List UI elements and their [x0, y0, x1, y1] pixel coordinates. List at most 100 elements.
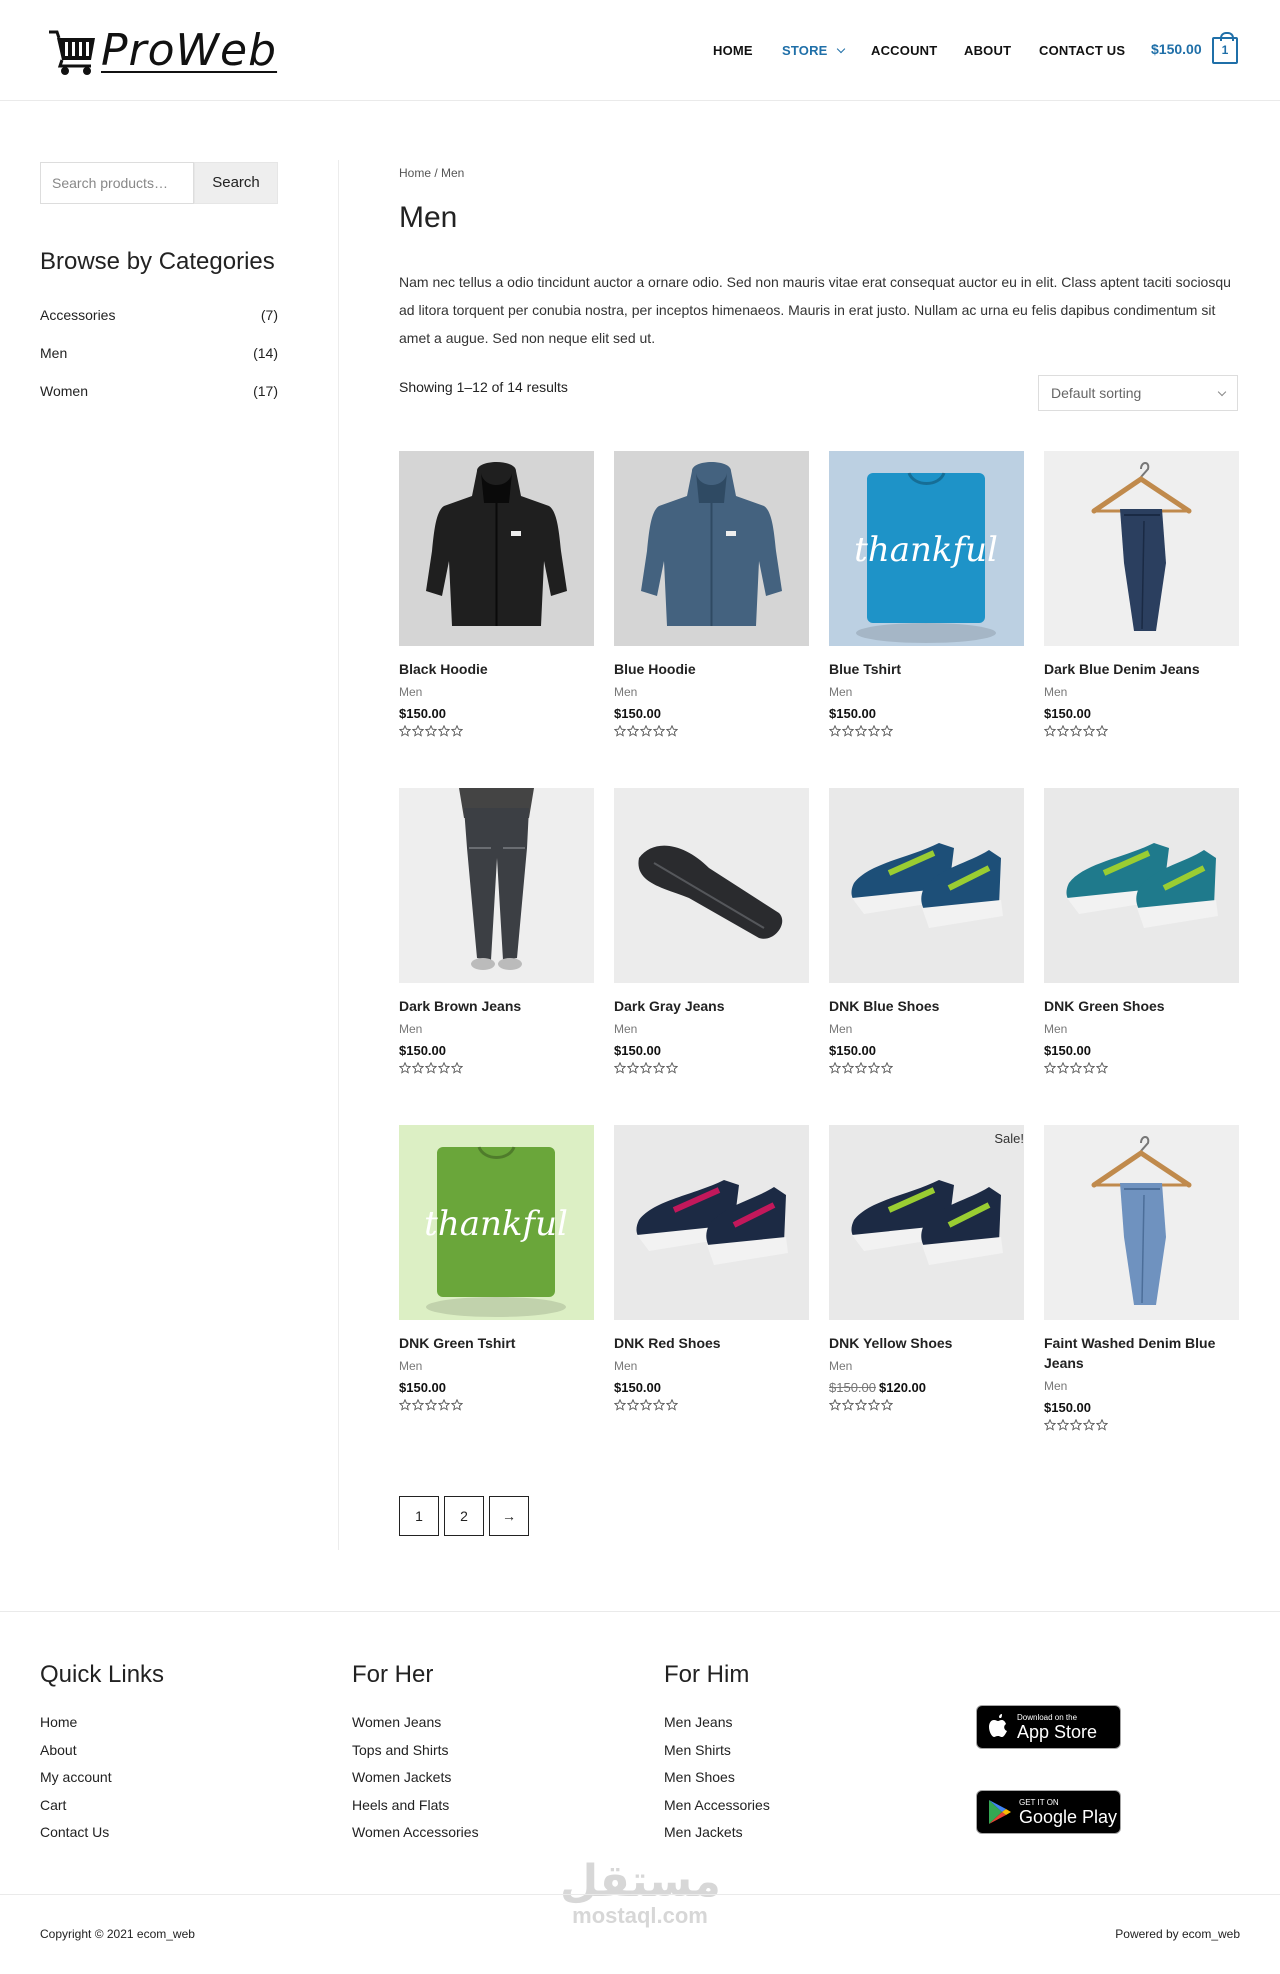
product-name[interactable]: Faint Washed Denim Blue Jeans: [1044, 1333, 1239, 1373]
footer-link[interactable]: Home: [40, 1714, 77, 1730]
product-image[interactable]: Sale!: [829, 1125, 1024, 1320]
product-card[interactable]: Blue Hoodie Men $150.00: [614, 451, 809, 739]
product-name[interactable]: DNK Blue Shoes: [829, 996, 1024, 1016]
product-card[interactable]: Dark Gray Jeans Men $150.00: [614, 788, 809, 1076]
footer-link[interactable]: My account: [40, 1769, 112, 1785]
footer-link[interactable]: About: [40, 1742, 77, 1758]
footer-bottom-divider: [0, 1894, 1280, 1895]
product-card[interactable]: DNK Blue Shoes Men $150.00: [829, 788, 1024, 1076]
footer-link[interactable]: Women Jackets: [352, 1769, 451, 1785]
product-category[interactable]: Men: [399, 685, 594, 699]
nav-account[interactable]: ACCOUNT: [871, 43, 937, 58]
result-count: Showing 1–12 of 14 results: [399, 379, 568, 395]
product-card[interactable]: thankful DNK Green Tshirt Men $150.00: [399, 1125, 594, 1413]
product-image[interactable]: [1044, 451, 1239, 646]
product-category[interactable]: Men: [614, 685, 809, 699]
breadcrumb[interactable]: Home / Men: [399, 166, 464, 180]
product-name[interactable]: DNK Yellow Shoes: [829, 1333, 1024, 1353]
product-category[interactable]: Men: [1044, 1022, 1239, 1036]
footer-link[interactable]: Cart: [40, 1797, 66, 1813]
nav-about[interactable]: ABOUT: [964, 43, 1011, 58]
footer-link[interactable]: Men Shirts: [664, 1742, 731, 1758]
product-price: $150.00 $120.00: [829, 1380, 1024, 1395]
product-image[interactable]: [399, 788, 594, 983]
star-empty-icon: [1044, 1419, 1056, 1431]
product-card[interactable]: Dark Brown Jeans Men $150.00: [399, 788, 594, 1076]
product-image[interactable]: [399, 451, 594, 646]
product-image[interactable]: [614, 1125, 809, 1320]
product-card[interactable]: DNK Red Shoes Men $150.00: [614, 1125, 809, 1413]
category-name[interactable]: Women: [40, 383, 88, 399]
star-empty-icon: [829, 725, 841, 737]
footer-column-title: Quick Links: [40, 1661, 165, 1688]
product-image[interactable]: [1044, 788, 1239, 983]
product-card[interactable]: thankful Blue Tshirt Men $150.00: [829, 451, 1024, 739]
product-name[interactable]: Dark Gray Jeans: [614, 996, 809, 1016]
product-name[interactable]: DNK Green Tshirt: [399, 1333, 594, 1353]
category-item-accessories[interactable]: Accessories (7): [40, 307, 278, 323]
cart-bag-icon[interactable]: 1: [1212, 32, 1238, 64]
product-category[interactable]: Men: [829, 1022, 1024, 1036]
app-store-badge[interactable]: Download on the App Store: [976, 1705, 1121, 1749]
product-price-value: $150.00: [1044, 1400, 1091, 1415]
star-empty-icon: [412, 1399, 424, 1411]
footer-link[interactable]: Tops and Shirts: [352, 1742, 449, 1758]
nav-store[interactable]: STORE: [782, 43, 845, 58]
google-play-badge[interactable]: GET IT ON Google Play: [976, 1790, 1121, 1834]
product-card[interactable]: Sale! DNK Yellow Shoes Men $150.00 $120.00: [829, 1125, 1024, 1413]
product-name[interactable]: Dark Brown Jeans: [399, 996, 594, 1016]
product-name[interactable]: DNK Green Shoes: [1044, 996, 1239, 1016]
product-category[interactable]: Men: [399, 1359, 594, 1373]
product-image[interactable]: [614, 451, 809, 646]
next-page-button[interactable]: →: [489, 1496, 529, 1536]
product-category[interactable]: Men: [829, 685, 1024, 699]
product-category[interactable]: Men: [614, 1359, 809, 1373]
product-card[interactable]: DNK Green Shoes Men $150.00: [1044, 788, 1239, 1076]
footer-link[interactable]: Men Accessories: [664, 1797, 770, 1813]
page-2-button[interactable]: 2: [444, 1496, 484, 1536]
product-image[interactable]: [1044, 1125, 1239, 1320]
category-count: (14): [253, 345, 278, 361]
product-image[interactable]: [614, 788, 809, 983]
nav-contact-us[interactable]: CONTACT US: [1039, 43, 1125, 58]
product-price: $150.00: [1044, 706, 1239, 721]
category-name[interactable]: Men: [40, 345, 67, 361]
footer-link[interactable]: Heels and Flats: [352, 1797, 449, 1813]
product-category[interactable]: Men: [614, 1022, 809, 1036]
product-card[interactable]: Black Hoodie Men $150.00: [399, 451, 594, 739]
product-card[interactable]: Faint Washed Denim Blue Jeans Men $150.00: [1044, 1125, 1239, 1433]
product-name[interactable]: Blue Hoodie: [614, 659, 809, 679]
product-name[interactable]: Black Hoodie: [399, 659, 594, 679]
product-category[interactable]: Men: [399, 1022, 594, 1036]
category-item-men[interactable]: Men (14): [40, 345, 278, 361]
footer-link[interactable]: Contact Us: [40, 1824, 109, 1840]
product-rating: [829, 1062, 1024, 1076]
nav-home[interactable]: HOME: [713, 43, 753, 58]
product-card[interactable]: Dark Blue Denim Jeans Men $150.00: [1044, 451, 1239, 739]
product-category[interactable]: Men: [1044, 685, 1239, 699]
product-image[interactable]: thankful: [829, 451, 1024, 646]
cart-total[interactable]: $150.00: [1151, 41, 1202, 57]
page-title: Men: [399, 201, 458, 234]
product-image[interactable]: [829, 788, 1024, 983]
product-category[interactable]: Men: [1044, 1379, 1239, 1393]
product-name[interactable]: Dark Blue Denim Jeans: [1044, 659, 1239, 679]
product-category[interactable]: Men: [829, 1359, 1024, 1373]
product-image[interactable]: thankful: [399, 1125, 594, 1320]
page-1-button[interactable]: 1: [399, 1496, 439, 1536]
category-item-women[interactable]: Women (17): [40, 383, 278, 399]
product-name[interactable]: DNK Red Shoes: [614, 1333, 809, 1353]
footer-link[interactable]: Men Shoes: [664, 1769, 735, 1785]
category-name[interactable]: Accessories: [40, 307, 115, 323]
star-empty-icon: [1057, 1062, 1069, 1074]
footer-link[interactable]: Women Jeans: [352, 1714, 441, 1730]
footer-link[interactable]: Men Jeans: [664, 1714, 732, 1730]
footer-link[interactable]: Women Accessories: [352, 1824, 479, 1840]
footer-link[interactable]: Men Jackets: [664, 1824, 743, 1840]
product-price-value: $150.00: [614, 1043, 661, 1058]
product-name[interactable]: Blue Tshirt: [829, 659, 1024, 679]
logo[interactable]: ProWeb: [47, 24, 277, 76]
sort-select[interactable]: Default sorting: [1038, 375, 1238, 411]
search-button[interactable]: Search: [194, 162, 278, 204]
search-input[interactable]: Search products…: [40, 162, 194, 204]
